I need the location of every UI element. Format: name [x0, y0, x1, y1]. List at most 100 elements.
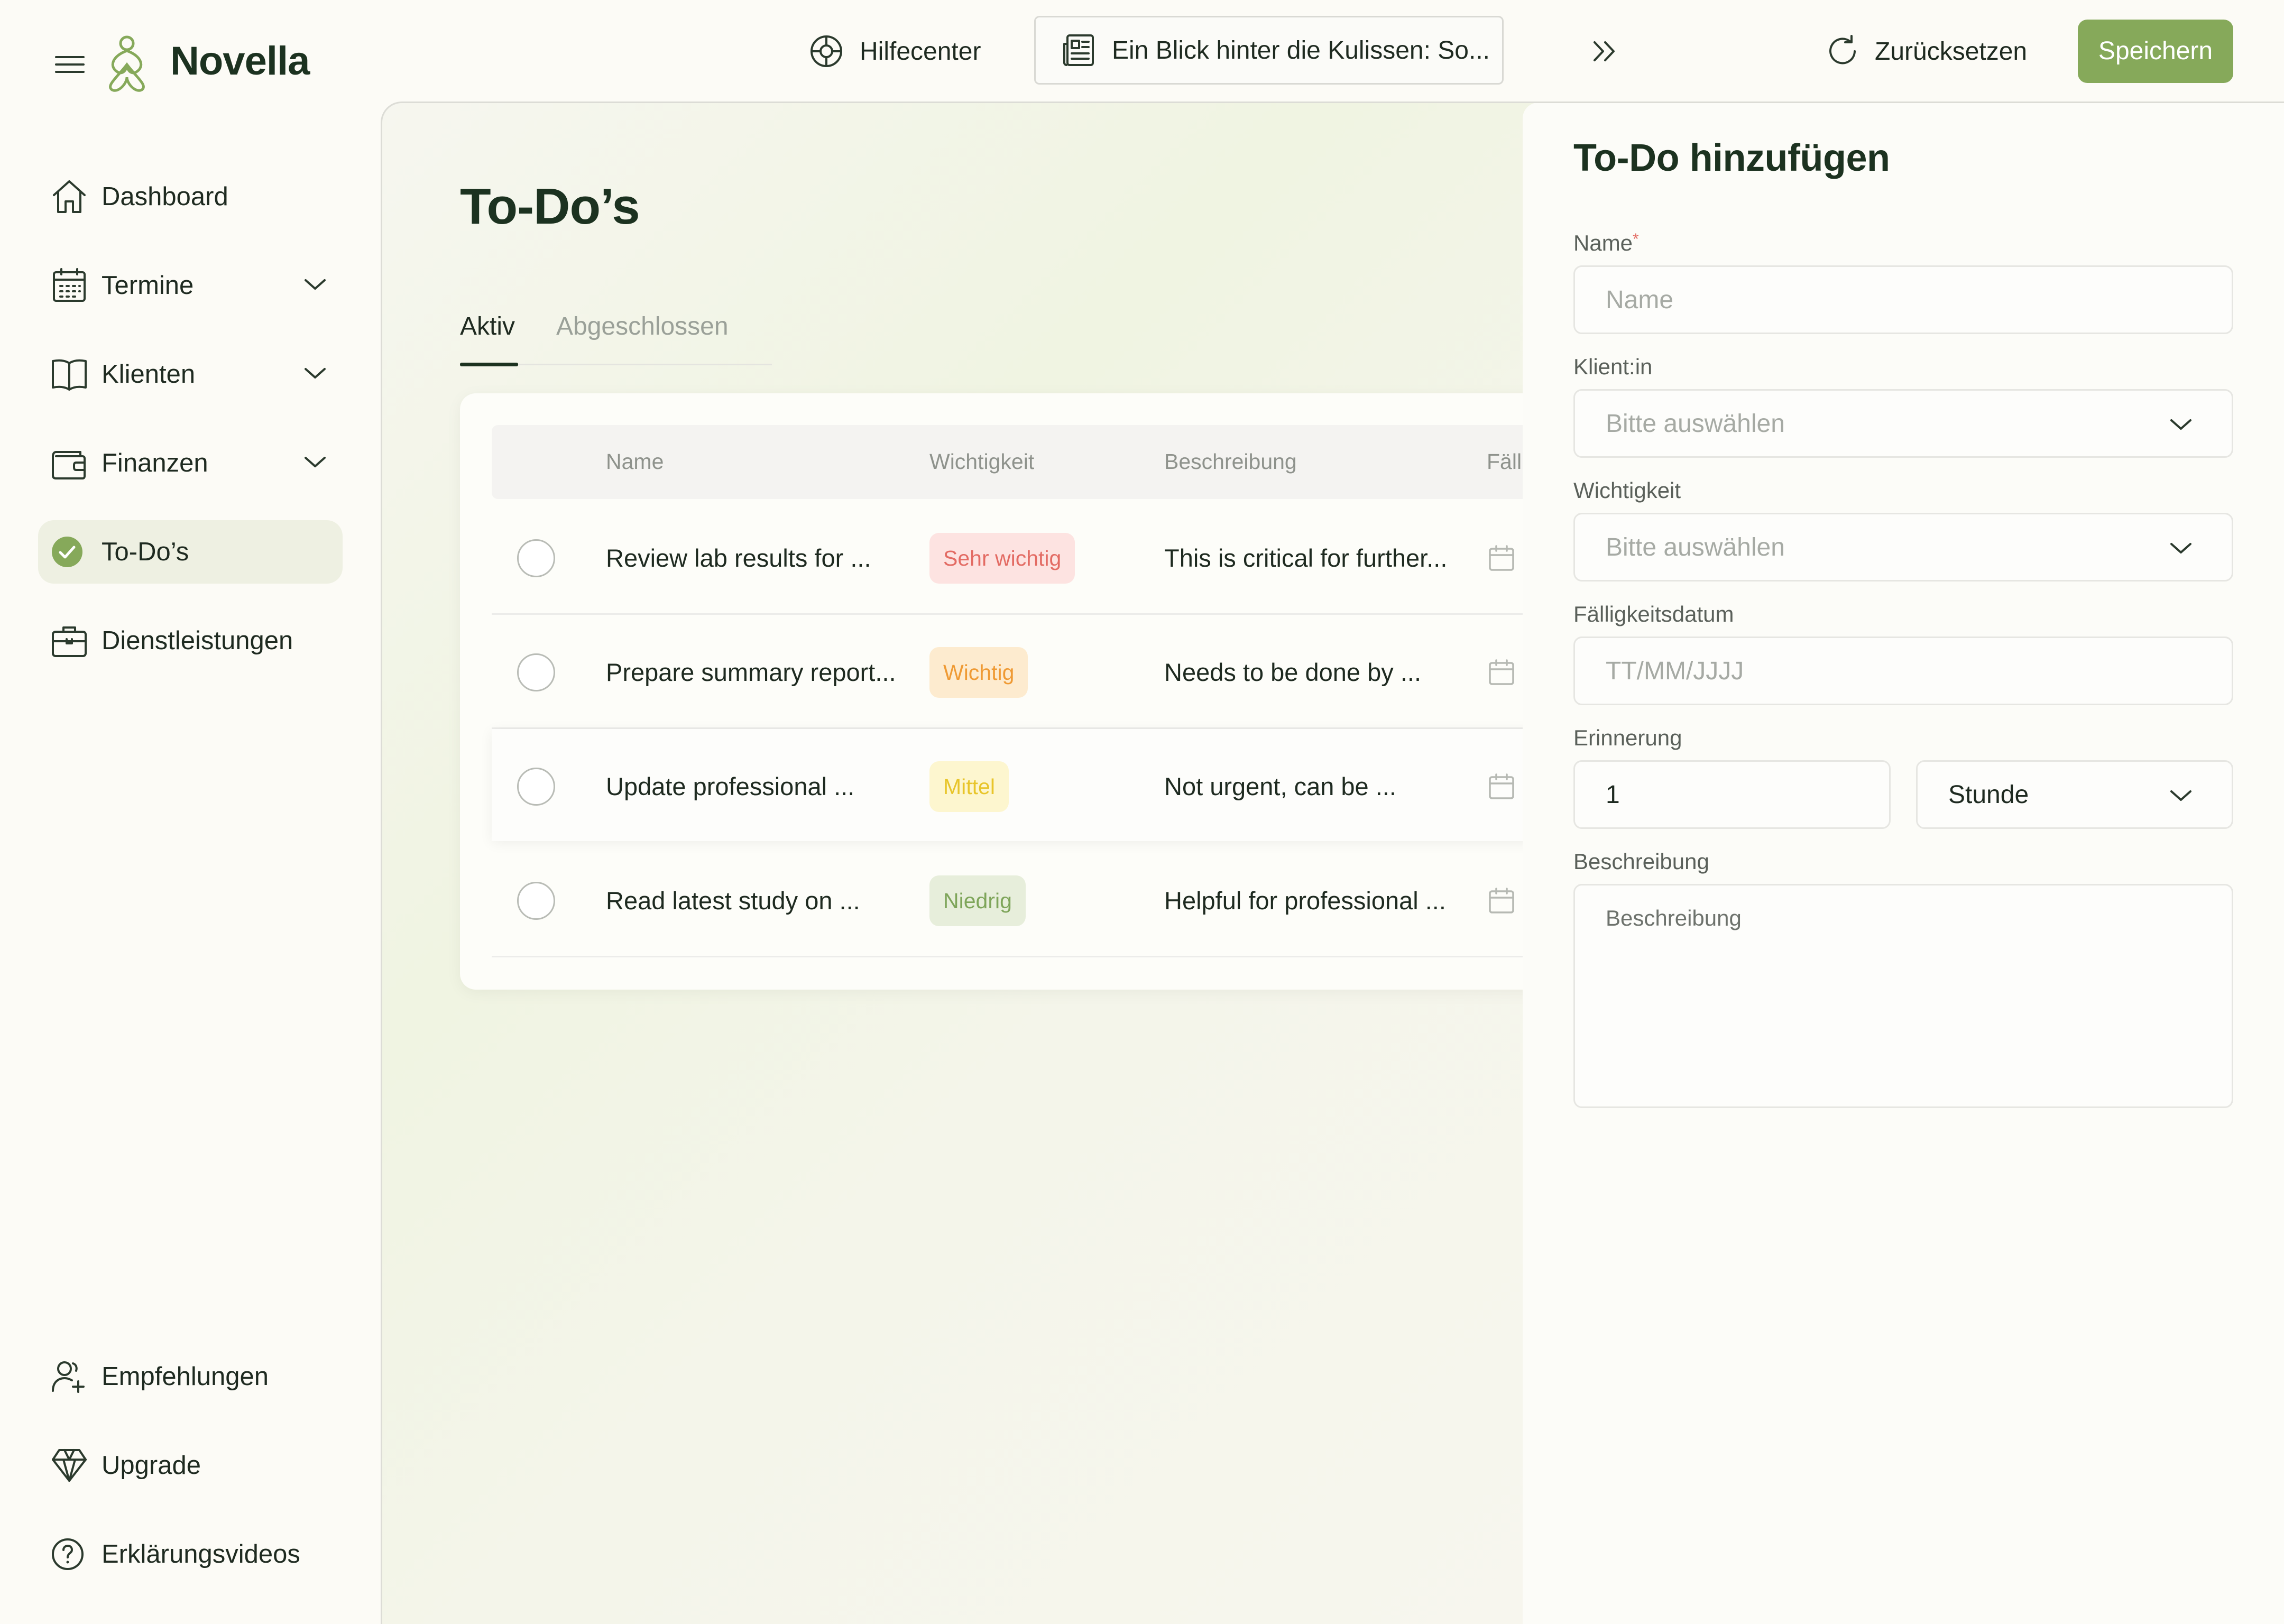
row-divider	[492, 956, 1544, 957]
due-date-input[interactable]: TT/MM/JJJJ	[1573, 636, 2233, 705]
complete-checkbox[interactable]	[517, 882, 555, 920]
reminder-unit-select[interactable]: Stunde	[1916, 760, 2233, 829]
priority-badge: Niedrig	[929, 875, 1026, 926]
column-header-faelligkeit: Fäll	[1487, 449, 1522, 474]
sidebar-item-empfehlungen[interactable]: Empfehlungen	[51, 1357, 347, 1397]
task-name: Update professional ...	[606, 772, 855, 800]
priority-badge: Sehr wichtig	[929, 533, 1075, 584]
calendar-icon	[1488, 887, 1515, 915]
description-placeholder: Beschreibung	[1606, 906, 1742, 930]
name-label-text: Name	[1573, 230, 1633, 255]
help-center-link[interactable]: Hilfecenter	[809, 33, 981, 70]
double-chevron-right-icon[interactable]	[1591, 40, 1618, 62]
menu-icon[interactable]	[55, 55, 85, 74]
priority-placeholder: Bitte auswählen	[1606, 533, 1785, 561]
tab-abgeschlossen[interactable]: Abgeschlossen	[556, 312, 729, 348]
column-header-name: Name	[606, 449, 664, 474]
priority-field-label: Wichtigkeit	[1573, 478, 1681, 503]
tab-label: Aktiv	[460, 312, 515, 340]
required-mark: *	[1633, 230, 1639, 248]
calendar-icon	[1488, 659, 1515, 686]
calendar-icon	[51, 267, 102, 304]
sidebar-item-label: To-Do’s	[102, 538, 189, 566]
reminder-unit-value: Stunde	[1948, 780, 2029, 809]
sidebar-item-label: Dashboard	[102, 182, 228, 211]
sidebar-item-erklaerungsvideos[interactable]: Erklärungsvideos	[51, 1534, 347, 1574]
chevron-down-icon	[2169, 417, 2193, 432]
reminder-amount-value: 1	[1606, 780, 1620, 809]
save-button[interactable]: Speichern	[2078, 20, 2233, 83]
reset-button[interactable]: Zurücksetzen	[1825, 33, 2027, 70]
priority-badge: Mittel	[929, 761, 1009, 812]
newspaper-icon	[1062, 33, 1096, 67]
sidebar-item-label: Upgrade	[102, 1451, 201, 1480]
wallet-icon	[51, 445, 102, 482]
task-description: Helpful for professional ...	[1164, 887, 1446, 915]
task-description: Not urgent, can be ...	[1164, 772, 1396, 800]
client-field-label: Klient:in	[1573, 354, 1653, 379]
sidebar-item-dienstleistungen[interactable]: Dienstleistungen	[51, 621, 347, 661]
reminder-field-label: Erinnerung	[1573, 725, 1682, 750]
chevron-down-icon	[303, 455, 327, 469]
client-placeholder: Bitte auswählen	[1606, 409, 1785, 438]
refresh-icon	[1825, 34, 1860, 69]
chevron-down-icon	[303, 366, 327, 381]
task-description: This is critical for further...	[1164, 544, 1448, 572]
reset-label: Zurücksetzen	[1875, 37, 2028, 66]
sidebar-item-finanzen[interactable]: Finanzen	[51, 443, 347, 483]
tab-label: Abgeschlossen	[556, 312, 729, 340]
app-name: Novella	[170, 39, 310, 84]
name-input[interactable]: Name	[1573, 265, 2233, 334]
calendar-icon	[1488, 545, 1515, 572]
name-field-label: Name*	[1573, 230, 1639, 256]
column-header-wichtigkeit: Wichtigkeit	[929, 449, 1035, 474]
sidebar-item-label: Finanzen	[102, 449, 208, 477]
help-center-label: Hilfecenter	[860, 37, 981, 66]
sidebar-item-label: Empfehlungen	[102, 1362, 269, 1391]
home-icon	[51, 178, 102, 215]
sidebar-item-label: Erklärungsvideos	[102, 1540, 300, 1568]
lifebuoy-icon	[809, 34, 844, 69]
sidebar-item-label: Klienten	[102, 360, 196, 389]
tab-aktiv[interactable]: Aktiv	[460, 312, 515, 348]
sidebar-item-dashboard[interactable]: Dashboard	[51, 177, 347, 217]
row-divider	[492, 613, 1544, 615]
description-textarea[interactable]: Beschreibung	[1573, 884, 2233, 1108]
sidebar-item-klienten[interactable]: Klienten	[51, 354, 347, 394]
news-article-label: Ein Blick hinter die Kulissen: So...	[1112, 36, 1490, 64]
calendar-icon	[1488, 773, 1515, 800]
novella-logo-icon	[102, 35, 152, 93]
user-plus-icon	[51, 1358, 102, 1395]
task-name: Prepare summary report...	[606, 658, 896, 686]
sidebar-item-todos[interactable]: To-Do’s	[51, 532, 347, 572]
task-name: Review lab results for ...	[606, 544, 871, 572]
help-circle-icon	[51, 1537, 102, 1571]
priority-select[interactable]: Bitte auswählen	[1573, 513, 2233, 582]
check-circle-icon	[51, 536, 102, 568]
due-date-placeholder: TT/MM/JJJJ	[1606, 657, 1744, 685]
complete-checkbox[interactable]	[517, 653, 555, 691]
description-field-label: Beschreibung	[1573, 849, 1709, 874]
sidebar-item-upgrade[interactable]: Upgrade	[51, 1445, 347, 1485]
task-name: Read latest study on ...	[606, 887, 860, 915]
task-description: Needs to be done by ...	[1164, 658, 1421, 686]
sidebar-item-label: Dienstleistungen	[102, 626, 293, 655]
active-tab-indicator	[460, 363, 518, 366]
reminder-amount-input[interactable]: 1	[1573, 760, 1891, 829]
due-date-field-label: Fälligkeitsdatum	[1573, 602, 1734, 626]
news-article-button[interactable]: Ein Blick hinter die Kulissen: So...	[1034, 16, 1504, 85]
book-icon	[51, 356, 102, 393]
drawer-top-border	[1523, 102, 2284, 103]
complete-checkbox[interactable]	[517, 768, 555, 806]
client-select[interactable]: Bitte auswählen	[1573, 389, 2233, 458]
sidebar-item-label: Termine	[102, 271, 194, 300]
name-placeholder: Name	[1606, 285, 1674, 314]
priority-badge: Wichtig	[929, 647, 1028, 698]
page-title: To-Do’s	[460, 178, 640, 235]
chevron-down-icon	[2169, 788, 2193, 803]
complete-checkbox[interactable]	[517, 539, 555, 577]
briefcase-icon	[51, 622, 102, 659]
drawer-title: To-Do hinzufügen	[1573, 137, 1890, 179]
column-header-beschreibung: Beschreibung	[1164, 449, 1297, 474]
sidebar-item-termine[interactable]: Termine	[51, 265, 347, 306]
